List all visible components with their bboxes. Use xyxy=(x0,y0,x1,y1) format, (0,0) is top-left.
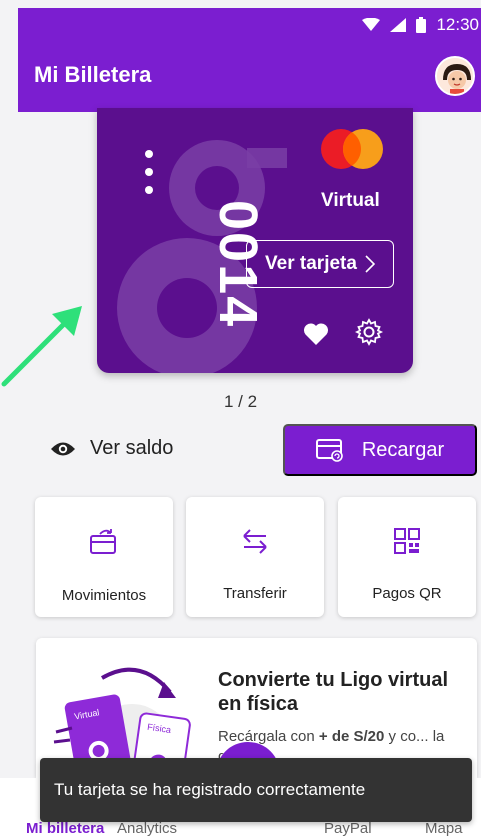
mastercard-logo xyxy=(321,129,383,169)
movements-label: Movimientos xyxy=(61,587,147,604)
show-balance-toggle[interactable]: Ver saldo xyxy=(50,437,173,460)
wifi-icon xyxy=(362,18,381,31)
card-dots xyxy=(145,150,153,194)
view-card-label: Ver tarjeta xyxy=(265,253,357,274)
nav-analytics[interactable]: Analytics xyxy=(117,820,177,837)
app-title: Mi Billetera xyxy=(34,62,152,87)
nav-mi-billetera[interactable]: Mi billetera xyxy=(26,820,104,837)
card-type-label: Virtual xyxy=(321,190,380,211)
qr-payments-label: Pagos QR xyxy=(372,585,442,602)
show-balance-label: Ver saldo xyxy=(90,437,174,459)
status-bar: 12:30 xyxy=(18,8,481,42)
card-pager: 1 / 2 xyxy=(223,392,258,411)
snackbar-message: Tu tarjeta se ha registrado correctament… xyxy=(40,758,472,822)
wallet-movements-icon xyxy=(90,529,116,554)
nav-mapa[interactable]: Mapa xyxy=(425,820,463,837)
eye-icon xyxy=(51,442,75,455)
transfer-label: Transferir xyxy=(223,585,287,602)
app-bar: Mi Billetera xyxy=(18,42,481,112)
battery-icon xyxy=(416,17,427,33)
gear-icon[interactable] xyxy=(355,318,383,346)
qr-icon xyxy=(394,528,420,554)
qr-payments-tile[interactable]: Pagos QR xyxy=(338,497,476,617)
recharge-button[interactable]: Recargar xyxy=(283,424,477,476)
chevron-right-icon xyxy=(365,255,375,273)
transfer-arrows-icon xyxy=(243,529,267,554)
movements-tile[interactable]: Movimientos xyxy=(35,497,173,617)
avatar-icon[interactable] xyxy=(435,56,475,96)
recharge-label: Recargar xyxy=(361,438,445,461)
annotation-arrow xyxy=(1,306,82,387)
virtual-card[interactable]: 0014 Virtual Ver tarjeta xyxy=(97,108,413,373)
status-time: 12:30 xyxy=(436,15,479,34)
heart-icon[interactable] xyxy=(303,322,329,346)
signal-icon xyxy=(390,18,407,32)
promo-title: Convierte tu Ligo virtual en física xyxy=(218,669,449,715)
nav-paypal[interactable]: PayPal xyxy=(324,820,372,837)
view-card-button[interactable]: Ver tarjeta xyxy=(246,240,394,288)
screen: 12:30 Mi Billetera 0014 Virtual Ver tarj… xyxy=(0,0,481,838)
card-recharge-icon xyxy=(315,439,343,462)
transfer-tile[interactable]: Transferir xyxy=(186,497,324,617)
